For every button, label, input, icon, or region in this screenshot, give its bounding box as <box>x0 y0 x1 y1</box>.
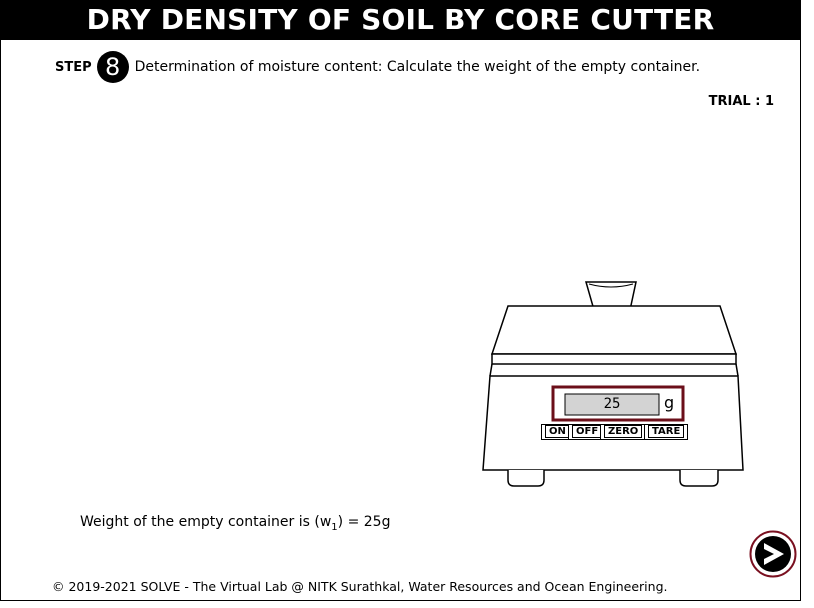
trial-indicator: TRIAL : 1 <box>708 94 774 109</box>
scale-foot-right <box>679 470 719 487</box>
result-text: Weight of the empty container is (w1) = … <box>80 514 391 533</box>
zero-button[interactable]: ZERO <box>600 424 647 440</box>
footer-copyright: © 2019-2021 SOLVE - The Virtual Lab @ NI… <box>52 579 668 594</box>
weighing-scale <box>482 281 744 487</box>
next-arrow-icon[interactable] <box>749 530 797 578</box>
scale-foot-left <box>507 470 545 487</box>
scale-pan <box>490 305 738 355</box>
display-unit: g <box>664 393 675 412</box>
step-instruction: Determination of moisture content: Calcu… <box>134 59 701 75</box>
step-header: STEP 8 Determination of moisture content… <box>55 51 701 83</box>
page-title: DRY DENSITY OF SOIL BY CORE CUTTER <box>0 0 801 40</box>
step-label: STEP <box>55 59 92 75</box>
tare-button[interactable]: TARE <box>644 424 689 440</box>
step-number-badge: 8 <box>96 51 129 83</box>
display-reading: 25 <box>603 396 621 412</box>
